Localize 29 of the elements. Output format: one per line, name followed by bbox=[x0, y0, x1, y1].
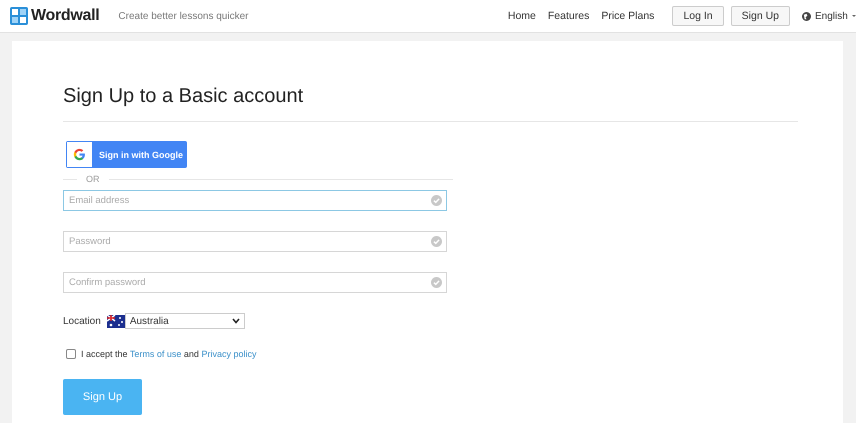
nav-link[interactable]: Features bbox=[548, 10, 590, 22]
nav-button[interactable]: Log In bbox=[672, 6, 724, 26]
location-label: Location bbox=[63, 316, 101, 326]
tagline: Create better lessons quicker bbox=[118, 10, 248, 22]
check-icon bbox=[431, 236, 442, 247]
check-icon bbox=[431, 277, 442, 288]
google-icon bbox=[73, 148, 86, 161]
terms-link[interactable]: Terms of use bbox=[130, 349, 182, 359]
nav-button[interactable]: Sign Up bbox=[730, 6, 790, 26]
chevron-down-icon bbox=[232, 318, 240, 324]
terms-label: I accept the Terms of use and Privacy policy bbox=[81, 349, 256, 359]
nav-link[interactable]: Price Plans bbox=[601, 10, 654, 22]
terms-link[interactable]: Privacy policy bbox=[201, 349, 256, 359]
globe-icon bbox=[802, 12, 811, 20]
caret-icon bbox=[852, 14, 856, 18]
input-field[interactable]: Email address bbox=[63, 190, 447, 211]
google-sign-in-button[interactable]: Sign in with Google bbox=[66, 141, 187, 168]
terms-checkbox[interactable] bbox=[66, 349, 76, 359]
flag-icon bbox=[106, 314, 125, 328]
language-selector[interactable]: English bbox=[815, 10, 848, 22]
brand-name: Wordwall bbox=[31, 7, 100, 25]
location-dropdown[interactable]: Australia bbox=[124, 313, 245, 329]
input-field[interactable]: Confirm password bbox=[63, 272, 447, 293]
or-separator: OR bbox=[85, 174, 100, 184]
nav-link[interactable]: Home bbox=[508, 10, 536, 22]
logo-icon bbox=[10, 7, 28, 25]
input-field[interactable]: Password bbox=[63, 231, 447, 252]
check-icon bbox=[431, 195, 442, 206]
page-title: Sign Up to a Basic account bbox=[63, 85, 304, 108]
